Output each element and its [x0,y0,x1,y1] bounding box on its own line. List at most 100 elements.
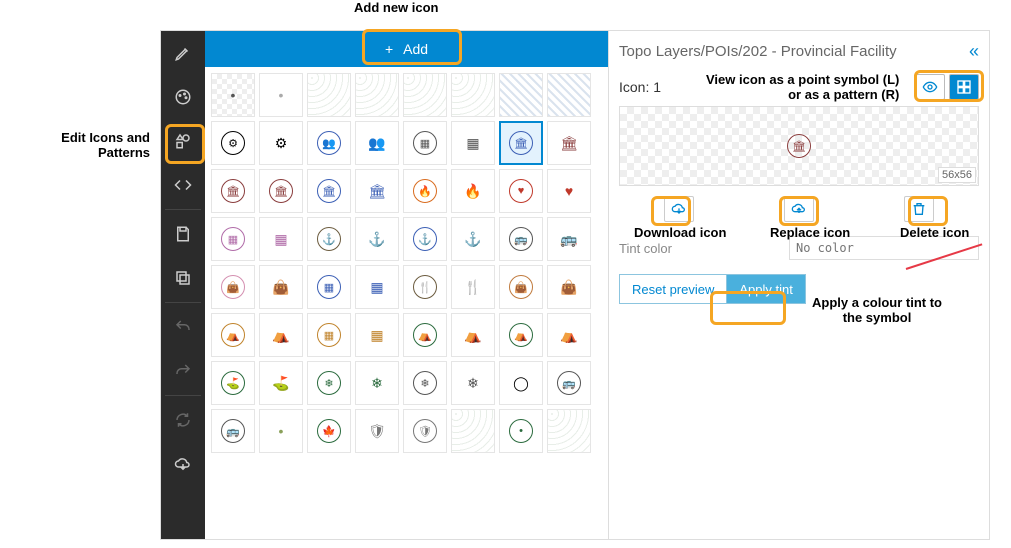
icon-cell[interactable]: • [211,73,255,117]
icon-cell[interactable]: ▦ [451,121,495,165]
collapse-panel-button[interactable]: « [969,41,979,62]
icon-cell[interactable]: ▦ [211,217,255,261]
icon-cell[interactable]: ⚙ [259,121,303,165]
icon-cell[interactable]: 🚌 [547,217,591,261]
view-as-point-button[interactable] [915,74,945,100]
icon-cell[interactable]: 🏛 [211,169,255,213]
apply-tint-button[interactable]: Apply tint [727,274,805,304]
grid-icon: 🏛 [269,179,293,203]
grid-icon: 🏛 [221,179,245,203]
icon-cell[interactable]: ⚙ [211,121,255,165]
icon-cell[interactable]: ◯ [499,361,543,405]
reset-preview-button[interactable]: Reset preview [619,274,727,304]
preview-building-icon: 🏛 [787,134,811,158]
icon-cell[interactable] [355,73,399,117]
icon-cell[interactable]: 🏛 [547,121,591,165]
icon-cell[interactable]: 👜 [259,265,303,309]
icon-cell[interactable]: 🍴 [403,265,447,309]
sidebar-tool-redo[interactable] [161,349,205,393]
replace-icon-button[interactable] [784,196,814,222]
sidebar-tool-pen[interactable] [161,31,205,75]
icon-cell[interactable]: 🏛 [355,169,399,213]
icon-cell[interactable]: ⛺ [259,313,303,357]
annotation-view-as-l2: or as a pattern (R) [706,87,899,102]
grid-icon: 👜 [272,279,289,296]
icon-cell[interactable]: 👜 [547,265,591,309]
icon-cell[interactable]: ⚓ [403,217,447,261]
icon-cell[interactable]: ❄ [451,361,495,405]
icon-cell[interactable]: ▦ [355,265,399,309]
cloud-upload-icon [791,201,807,217]
download-icon-button[interactable] [664,196,694,222]
icon-cell[interactable] [499,73,543,117]
icon-grid: ••⚙⚙👥👥▦▦🏛🏛🏛🏛🏛🏛🔥🔥♥♥▦▦⚓⚓⚓⚓🚌🚌👜👜▦▦🍴🍴👜👜⛺⛺▦▦⛺⛺… [211,73,602,453]
icon-cell[interactable]: 🔥 [451,169,495,213]
icon-cell[interactable]: 👥 [355,121,399,165]
sidebar-tool-save[interactable] [161,212,205,256]
grid-icon: 👜 [221,275,245,299]
grid-icon: ⛺ [560,327,577,344]
grid-icon: ❄ [371,375,383,392]
icon-cell[interactable]: • [259,409,303,453]
icon-cell[interactable]: 🔥 [403,169,447,213]
icon-cell[interactable]: ▦ [355,313,399,357]
icon-cell[interactable]: ❄ [403,361,447,405]
icon-cell[interactable] [307,73,351,117]
sidebar-tool-copy[interactable] [161,256,205,300]
icon-cell[interactable]: 👜 [499,265,543,309]
icon-cell[interactable]: ▦ [403,121,447,165]
icon-cell[interactable]: 🏛 [499,121,543,165]
grid-icon: ♥ [509,179,533,203]
icon-cell[interactable]: 🚌 [211,409,255,453]
icon-cell[interactable]: ▦ [307,265,351,309]
annotation-apply-tint-l2: the symbol [812,310,942,325]
icon-cell[interactable]: ⛺ [547,313,591,357]
icon-cell[interactable]: ⛺ [403,313,447,357]
view-as-pattern-button[interactable] [949,74,979,100]
annotation-apply-tint-l1: Apply a colour tint to [812,295,942,310]
icon-cell[interactable] [547,409,591,453]
icon-cell[interactable]: ⚓ [355,217,399,261]
icon-cell[interactable]: 🏛 [259,169,303,213]
annotation-edit-icons-l2: Patterns [50,145,150,160]
icon-cell[interactable]: 🍁 [307,409,351,453]
sidebar-tool-cloud[interactable] [161,442,205,486]
icon-cell[interactable]: 🛡 [403,409,447,453]
grid-icon: 👜 [560,279,577,296]
sidebar-tool-code[interactable] [161,163,205,207]
delete-icon-button[interactable] [904,196,934,222]
icon-cell[interactable]: 🏛 [307,169,351,213]
icon-cell[interactable]: ⚓ [451,217,495,261]
icon-cell[interactable]: 🛡 [355,409,399,453]
icon-cell[interactable]: ▦ [259,217,303,261]
icon-cell[interactable]: ⛺ [499,313,543,357]
icon-cell[interactable] [451,73,495,117]
icon-cell[interactable]: 🚌 [547,361,591,405]
icon-cell[interactable]: • [499,409,543,453]
icon-cell[interactable]: ⛳ [259,361,303,405]
icon-cell[interactable] [403,73,447,117]
icon-cell[interactable]: ❄ [355,361,399,405]
icon-cell[interactable]: ⛺ [451,313,495,357]
sidebar-tool-icons-patterns[interactable] [161,119,205,163]
icon-cell[interactable]: ⛳ [211,361,255,405]
icon-cell[interactable]: 🍴 [451,265,495,309]
icon-cell[interactable]: 👜 [211,265,255,309]
icon-cell[interactable]: 👥 [307,121,351,165]
icon-cell[interactable]: ▦ [307,313,351,357]
icon-cell[interactable]: • [259,73,303,117]
icon-cell[interactable]: ♥ [499,169,543,213]
grid-icon: ⚙ [221,131,245,155]
icon-cell[interactable]: ♥ [547,169,591,213]
icon-cell[interactable]: ⚓ [307,217,351,261]
sidebar-tool-palette[interactable] [161,75,205,119]
icon-cell[interactable] [451,409,495,453]
icon-cell[interactable]: ⛺ [211,313,255,357]
sidebar-separator-2 [165,302,201,303]
icon-cell[interactable]: 🚌 [499,217,543,261]
add-button[interactable]: + Add [205,31,608,67]
sidebar-tool-refresh[interactable] [161,398,205,442]
icon-cell[interactable]: ❄ [307,361,351,405]
sidebar-tool-undo[interactable] [161,305,205,349]
icon-cell[interactable] [547,73,591,117]
